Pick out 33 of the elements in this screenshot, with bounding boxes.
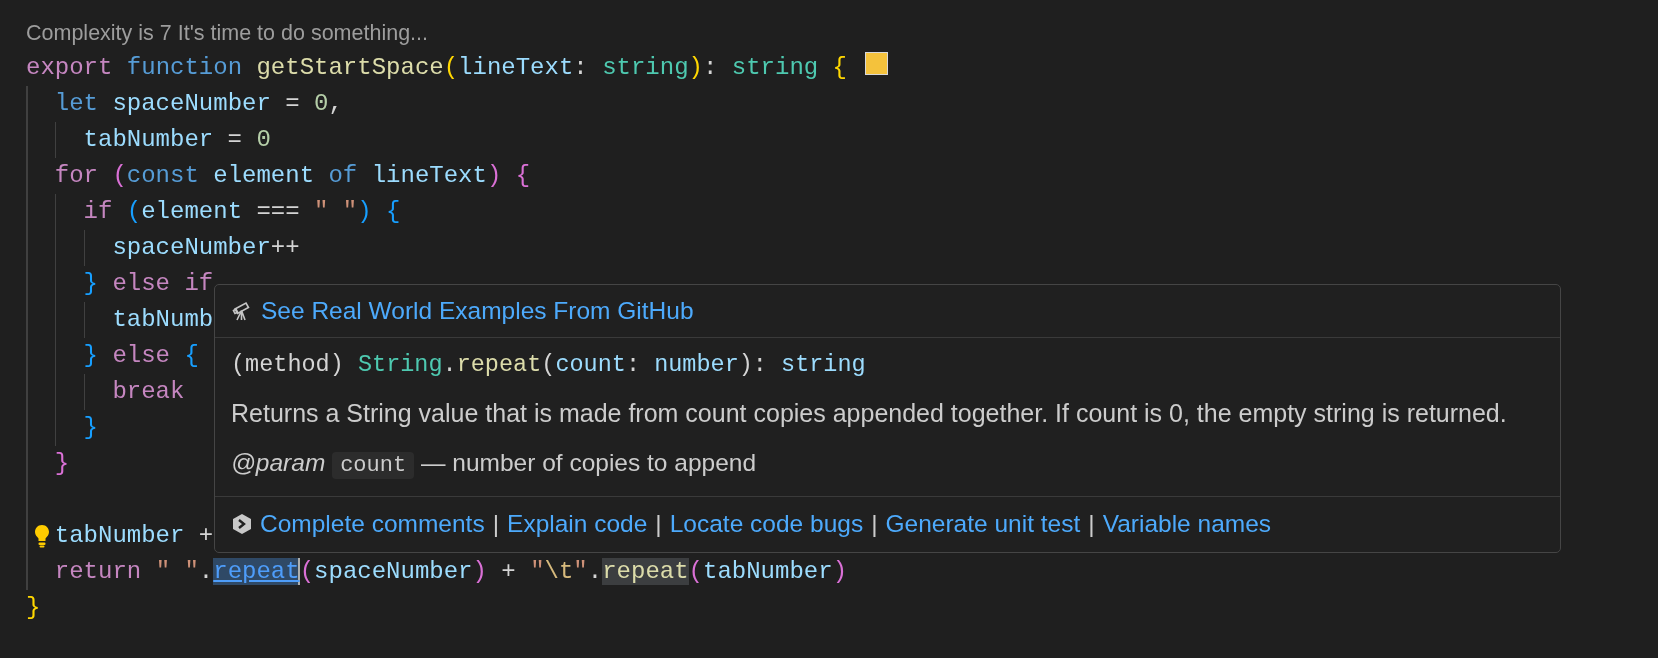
code-line: return " ".repeat(spaceNumber) + "\t".repeat(tabNumber): [54, 556, 848, 587]
code-line: tabNumber = 0: [83, 124, 271, 155]
action-link[interactable]: Variable names: [1102, 510, 1272, 539]
codelens-text[interactable]: Complexity is 7 It's time to do something...: [26, 18, 1658, 50]
color-swatch-icon[interactable]: [865, 52, 888, 76]
link-separator: |: [871, 510, 878, 539]
action-link[interactable]: Generate unit test: [885, 510, 1081, 539]
code-line: }: [26, 592, 41, 623]
action-link[interactable]: Locate code bugs: [669, 510, 864, 539]
code-line: spaceNumber++: [112, 232, 300, 263]
lightbulb-icon[interactable]: [34, 523, 50, 548]
method-signature: (method) String.repeat(count: number): string: [231, 349, 867, 380]
examples-link[interactable]: See Real World Examples From GitHub: [261, 296, 694, 325]
code-line: break: [112, 376, 185, 407]
link-separator: |: [1088, 510, 1095, 539]
param-text: @param count — number of copies to append: [231, 447, 757, 481]
code-line: }: [54, 448, 70, 479]
telescope-icon: [232, 299, 252, 322]
action-link[interactable]: Explain code: [507, 510, 648, 539]
hexagon-icon: [232, 513, 252, 536]
code-line: } else {: [83, 340, 199, 371]
code-line: export function getStartSpace(lineText: string): string {: [26, 52, 847, 83]
link-separator: |: [655, 510, 662, 539]
code-line: let spaceNumber = 0,: [54, 88, 343, 119]
code-line: tabNumber +: [54, 520, 214, 551]
code-line: }: [83, 412, 98, 443]
code-line: tabNumb: [112, 304, 214, 335]
action-link[interactable]: Complete comments: [260, 510, 485, 539]
code-line: for (const element of lineText) {: [54, 160, 531, 191]
description-text: Returns a String value that is made from count copies appended together. If count is 0, the empty string is returned.: [231, 397, 1508, 428]
code-line: if (element === " ") {: [83, 196, 401, 227]
code-line: } else if: [83, 268, 214, 299]
link-separator: |: [492, 510, 500, 539]
